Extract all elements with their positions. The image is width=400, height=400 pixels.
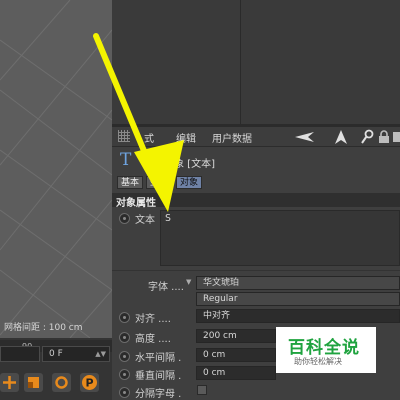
- menu-mode[interactable]: 式: [144, 130, 154, 145]
- font-dropdown-icon[interactable]: ▼: [186, 278, 191, 286]
- menu-edit[interactable]: 编辑: [176, 130, 196, 145]
- grid-spacing-label: 网格间距 : 100 cm: [4, 323, 83, 333]
- font-style-field[interactable]: Regular: [196, 292, 400, 306]
- scale-tool-icon[interactable]: [24, 373, 43, 392]
- hspacing-label: 水平间隔 .: [135, 353, 182, 364]
- section-title: 对象属性: [116, 198, 156, 209]
- text-object-icon: T: [120, 150, 132, 170]
- font-family-field[interactable]: 华文琥珀: [196, 276, 400, 290]
- separate-radio[interactable]: [119, 387, 130, 398]
- hspacing-field[interactable]: 0 cm: [196, 348, 276, 362]
- object-title: 对象 [文本]: [164, 159, 215, 170]
- separate-checkbox[interactable]: [197, 385, 207, 395]
- frame-spinner-icon[interactable]: ▲▼: [95, 350, 106, 358]
- menu-user-data[interactable]: 用户数据: [212, 130, 252, 145]
- align-label: 对齐 ....: [135, 314, 171, 325]
- text-animate-radio[interactable]: [119, 213, 130, 224]
- record-key-icon[interactable]: P: [80, 373, 99, 392]
- text-input[interactable]: [160, 210, 400, 266]
- vspacing-radio[interactable]: [119, 369, 130, 380]
- font-label: 字体 ....: [148, 282, 184, 293]
- hspacing-radio[interactable]: [119, 351, 130, 362]
- align-radio[interactable]: [119, 312, 130, 323]
- attribute-menubar: 式 编辑 用户数据: [112, 127, 400, 147]
- vspacing-label: 垂直间隔 .: [135, 371, 182, 382]
- settings-icon[interactable]: [392, 129, 400, 145]
- timeline-position-field[interactable]: [0, 346, 40, 362]
- separate-label: 分隔字母 .: [135, 389, 182, 400]
- watermark: 百科全说 助你轻松解决: [276, 327, 376, 373]
- lock-icon[interactable]: [378, 130, 390, 144]
- panel-divider: [240, 0, 241, 126]
- height-label: 高度 ....: [135, 334, 171, 345]
- search-icon[interactable]: [360, 129, 374, 145]
- height-field[interactable]: 200 cm: [196, 329, 276, 343]
- arrow-left-icon[interactable]: [294, 131, 316, 143]
- watermark-title: 百科全说: [288, 338, 360, 358]
- text-input-value: S: [165, 213, 172, 224]
- vspacing-field[interactable]: 0 cm: [196, 366, 276, 380]
- rotate-tool-icon[interactable]: [52, 373, 71, 392]
- watermark-subtitle: 助你轻松解决: [294, 357, 342, 366]
- text-label: 文本: [135, 215, 155, 226]
- frame-value: 0 F: [49, 349, 63, 359]
- viewport-3d[interactable]: 网格间距 : 100 cm: [0, 0, 112, 338]
- object-manager-panel: [112, 0, 400, 126]
- cursor-icon[interactable]: [334, 129, 348, 145]
- tab-object[interactable]: 对象: [176, 176, 203, 189]
- viewport-grid: [0, 0, 112, 338]
- tab-coord[interactable]: 坐: [146, 176, 164, 189]
- align-dropdown[interactable]: 中对齐: [196, 309, 400, 323]
- frame-field[interactable]: 0 F ▲▼: [42, 346, 110, 362]
- tab-basic[interactable]: 基本: [117, 176, 144, 189]
- grip-icon[interactable]: [118, 130, 130, 142]
- svg-text:P: P: [85, 377, 93, 390]
- move-tool-icon[interactable]: [0, 373, 19, 392]
- height-radio[interactable]: [119, 332, 130, 343]
- divider: [112, 270, 400, 271]
